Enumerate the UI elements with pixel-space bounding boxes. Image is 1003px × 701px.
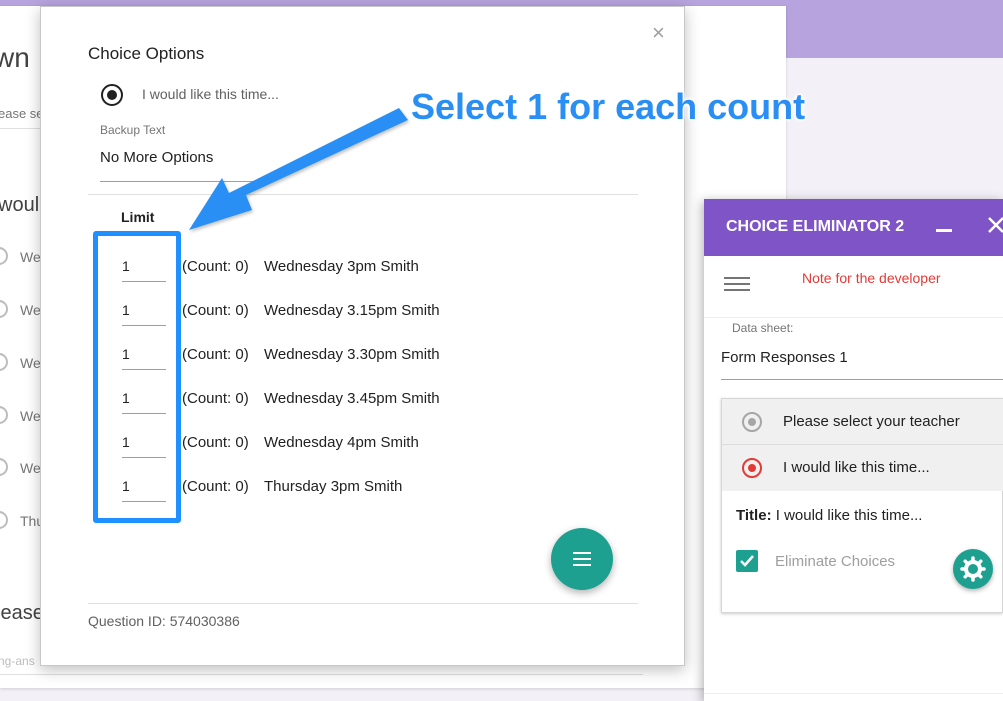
- question-radio[interactable]: [742, 458, 762, 478]
- title-value: I would like this time...: [775, 507, 923, 524]
- choice-eliminator-panel: CHOICE ELIMINATOR 2 Note for the develop…: [704, 199, 1003, 701]
- panel-header: CHOICE ELIMINATOR 2: [704, 199, 1003, 256]
- divider: [704, 693, 1003, 694]
- data-sheet-label: Data sheet:: [732, 321, 794, 335]
- gear-icon: [960, 556, 986, 582]
- hamburger-menu-icon[interactable]: [724, 275, 750, 295]
- divider: [704, 317, 1003, 318]
- question-item[interactable]: Please select your teacher: [722, 399, 1003, 445]
- title-label: Title:: [736, 507, 772, 524]
- check-icon: [740, 555, 754, 567]
- selected-question-title: Title: I would like this time...: [736, 507, 922, 524]
- panel-title: CHOICE ELIMINATOR 2: [726, 218, 905, 235]
- eliminate-choices-label: Eliminate Choices: [775, 553, 896, 570]
- settings-button[interactable]: [953, 549, 993, 589]
- minimize-icon[interactable]: [936, 229, 952, 232]
- annotation-callout: Select 1 for each count: [411, 86, 806, 127]
- developer-note-link[interactable]: Note for the developer: [802, 270, 941, 286]
- data-sheet-select[interactable]: Form Responses 1: [721, 349, 848, 366]
- question-label: Please select your teacher: [783, 413, 960, 430]
- question-list: Please select your teacher I would like …: [721, 398, 1003, 613]
- question-label: I would like this time...: [783, 459, 930, 476]
- data-sheet-underline: [721, 379, 1003, 380]
- question-item[interactable]: I would like this time...: [722, 445, 1003, 491]
- question-radio[interactable]: [742, 412, 762, 432]
- close-icon[interactable]: [986, 215, 1003, 235]
- eliminate-choices-checkbox[interactable]: [736, 550, 758, 572]
